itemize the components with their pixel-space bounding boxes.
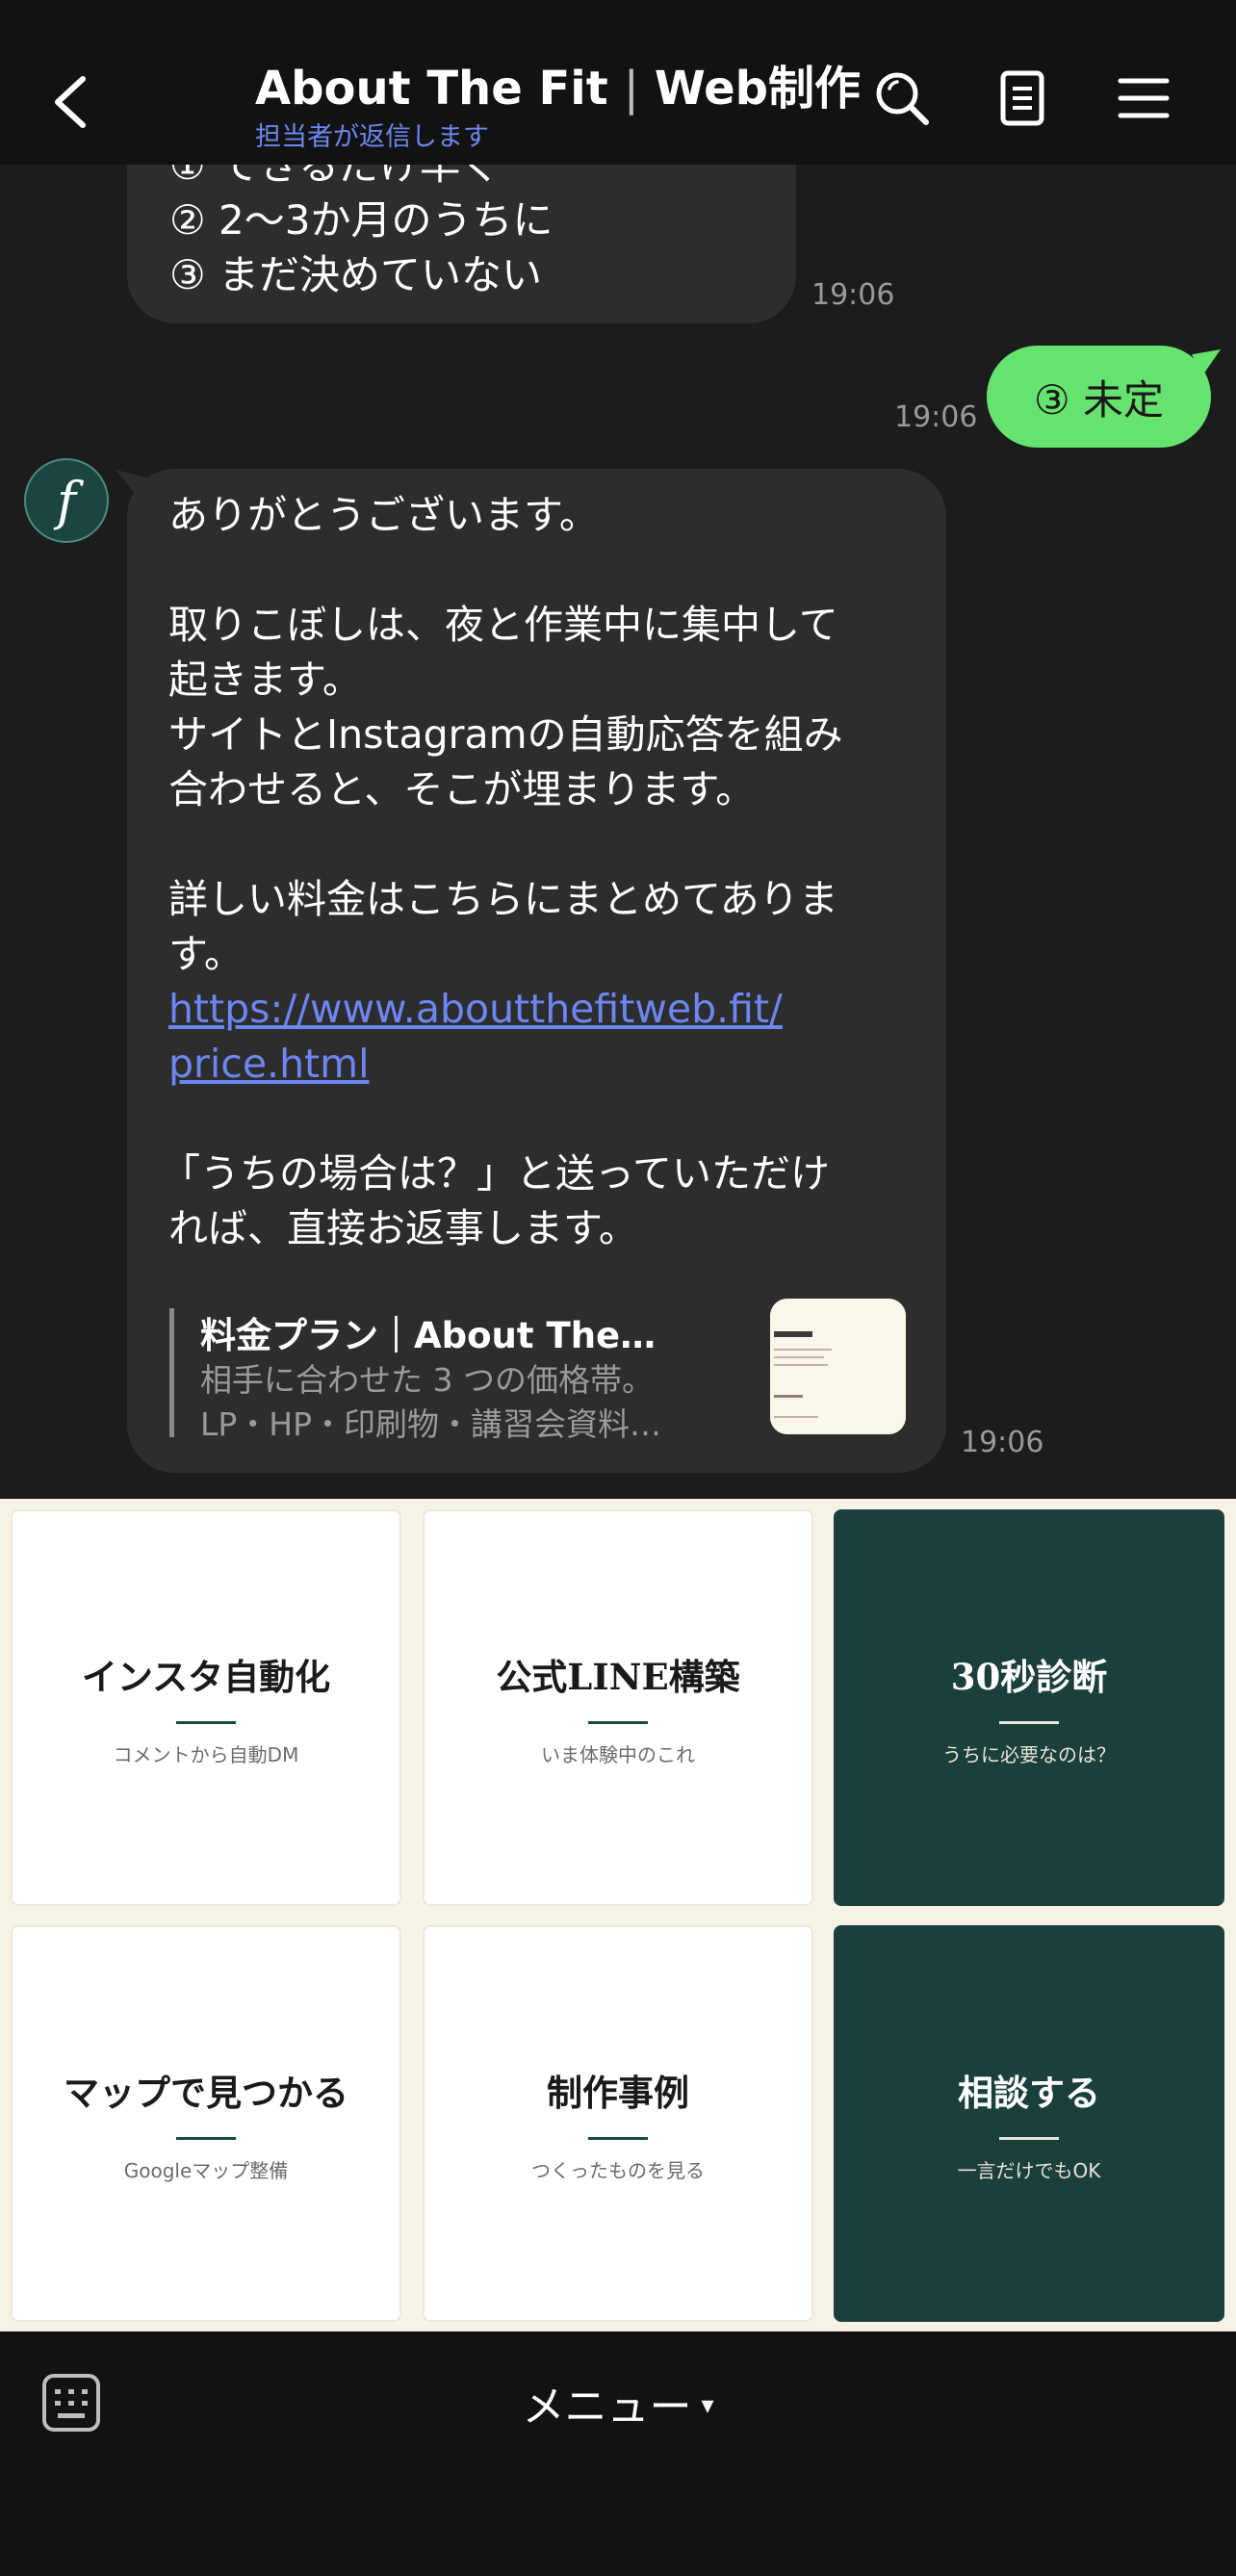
- tile-divider: [999, 1721, 1059, 1724]
- tile-subtitle: つくったものを見る: [531, 2159, 705, 2182]
- outgoing-message-bubble: ③ 未定: [987, 346, 1211, 448]
- tile-title: 30秒診断: [950, 1656, 1108, 1698]
- title-separator: |: [623, 62, 639, 116]
- previous-option-line: ① できるだけ早く: [169, 165, 502, 189]
- chat-subtitle: 担当者が返信します: [255, 122, 489, 152]
- rich-menu: インスタ自動化 コメントから自動DM 公式LINE構築 いま体験中のこれ 30秒…: [0, 1499, 1236, 2331]
- tile-title: 相談する: [958, 2072, 1100, 2114]
- tile-divider: [176, 1721, 236, 1724]
- keyboard-button[interactable]: [40, 2372, 102, 2434]
- link-preview-bar: [169, 1308, 174, 1437]
- tile-divider: [588, 1721, 648, 1724]
- chat-title-name: About The Fit: [255, 62, 608, 116]
- previous-message-text: ① できるだけ早く ② 2〜3か月のうちに ③ まだ決めていない: [169, 165, 553, 302]
- richmenu-tile-30sec-diagnosis[interactable]: 30秒診断 うちに必要なのは？: [834, 1509, 1224, 1906]
- tile-divider: [588, 2137, 648, 2140]
- avatar[interactable]: f: [24, 458, 109, 543]
- incoming-message-bubble: ありがとうございます。 取りこぼしは、夜と作業中に集中して 起きます。 サイトと…: [127, 469, 946, 1473]
- previous-option-line: ③ まだ決めていない: [169, 251, 543, 298]
- tile-title: インスタ自動化: [81, 1656, 331, 1698]
- message-line: 起きます。: [168, 657, 362, 703]
- notes-button[interactable]: [991, 67, 1053, 129]
- link-preview-thumbnail: [770, 1299, 906, 1434]
- richmenu-tile-maps[interactable]: マップで見つかる Googleマップ整備: [11, 1925, 401, 2322]
- message-line: す。: [168, 931, 244, 977]
- message-line: 合わせると、そこが埋まります。: [168, 766, 756, 812]
- menu-toggle-button[interactable]: メニュー ▾: [385, 2368, 851, 2437]
- previous-message-time: 19:06: [811, 278, 895, 312]
- incoming-message-time: 19:06: [961, 1426, 1044, 1459]
- message-line: サイトとInstagramの自動応答を組み: [168, 711, 843, 758]
- message-line: 詳しい料金はこちらにまとめてありま: [168, 876, 838, 922]
- outgoing-message-text: ③ 未定: [1033, 375, 1164, 424]
- back-button[interactable]: [46, 67, 96, 137]
- tile-subtitle: うちに必要なのは？: [942, 1743, 1116, 1766]
- back-icon: [55, 76, 86, 128]
- outgoing-message-time: 19:06: [894, 400, 978, 434]
- link-preview-desc-line: 相手に合わせた 3 つの価格帯。: [200, 1361, 654, 1399]
- menu-toggle-label: メニュー: [522, 2383, 692, 2432]
- message-line: 「うちの場合は？」と送っていただけ: [161, 1150, 830, 1197]
- message-line-gap: [168, 543, 929, 598]
- bottom-bar: メニュー ▾: [0, 2331, 1236, 2576]
- menu-button[interactable]: [1113, 67, 1174, 129]
- tile-title: 公式LINE構築: [496, 1656, 740, 1698]
- richmenu-tile-portfolio[interactable]: 制作事例 つくったものを見る: [423, 1925, 813, 2322]
- search-button[interactable]: [871, 67, 933, 129]
- tile-divider: [176, 2137, 236, 2140]
- tile-subtitle: コメントから自動DM: [113, 1743, 299, 1766]
- chat-area[interactable]: ① できるだけ早く ② 2〜3か月のうちに ③ まだ決めていない 19:06 1…: [0, 165, 1236, 1499]
- chat-title: About The Fit | Web制作: [255, 50, 861, 117]
- keyboard-icon: [42, 2374, 100, 2432]
- tile-subtitle: Googleマップ整備: [123, 2159, 289, 2182]
- note-icon: [1000, 70, 1044, 126]
- richmenu-tile-consult[interactable]: 相談する 一言だけでもOK: [834, 1925, 1224, 2322]
- message-line-gap: [168, 817, 929, 872]
- link-preview-desc-line: LP・HP・印刷物・講習会資料…: [200, 1405, 661, 1443]
- price-link[interactable]: https://www.aboutthefitweb.fit/: [168, 986, 783, 1032]
- price-link-continued[interactable]: price.html: [168, 1041, 369, 1087]
- tile-subtitle: 一言だけでもOK: [957, 2159, 1101, 2182]
- tile-divider: [999, 2137, 1059, 2140]
- link-preview-description: 相手に合わせた 3 つの価格帯。 LP・HP・印刷物・講習会資料…: [200, 1358, 720, 1447]
- message-line: れば、直接お返事します。: [168, 1205, 638, 1251]
- chat-title-suffix: Web制作: [654, 62, 862, 116]
- incoming-message-text: ありがとうございます。 取りこぼしは、夜と作業中に集中して 起きます。 サイトと…: [161, 488, 929, 1256]
- previous-message-bubble: ① できるだけ早く ② 2〜3か月のうちに ③ まだ決めていない: [127, 165, 796, 323]
- avatar-letter: f: [57, 470, 76, 531]
- chat-header: About The Fit | Web制作 担当者が返信します: [0, 0, 1236, 165]
- previous-option-line: ② 2〜3か月のうちに: [169, 196, 554, 244]
- message-line: 取りこぼしは、夜と作業中に集中して: [168, 602, 838, 648]
- tile-subtitle: いま体験中のこれ: [541, 1743, 695, 1766]
- tile-title: 制作事例: [547, 2072, 689, 2114]
- message-line-gap: [168, 1092, 929, 1146]
- caret-down-icon: ▾: [701, 2391, 714, 2420]
- richmenu-tile-line-setup[interactable]: 公式LINE構築 いま体験中のこれ: [423, 1509, 813, 1906]
- link-preview-card[interactable]: 料金プラン｜About The… 相手に合わせた 3 つの価格帯。 LP・HP・…: [166, 1299, 926, 1443]
- menu-icon: [1118, 78, 1170, 118]
- tile-title: マップで見つかる: [64, 2072, 348, 2114]
- message-line: ありがとうございます。: [168, 492, 599, 538]
- search-icon: [876, 72, 929, 125]
- richmenu-tile-instagram-automation[interactable]: インスタ自動化 コメントから自動DM: [11, 1509, 401, 1906]
- link-preview-title: 料金プラン｜About The…: [200, 1315, 657, 1356]
